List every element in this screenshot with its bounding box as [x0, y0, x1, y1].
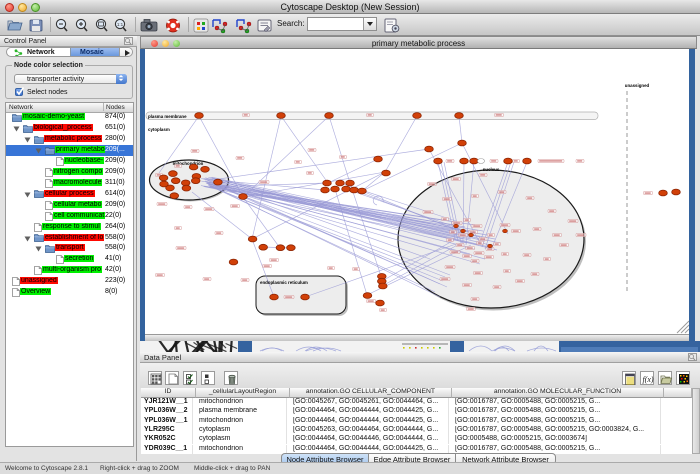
- svg-text:unassigned: unassigned: [625, 83, 650, 88]
- svg-text:f(x): f(x): [642, 375, 653, 384]
- svg-text:plasma membrane: plasma membrane: [148, 114, 187, 119]
- svg-text:nucleus: nucleus: [483, 167, 500, 172]
- svg-text:cytoplasm: cytoplasm: [148, 127, 170, 132]
- svg-text:1:1: 1:1: [117, 22, 124, 27]
- svg-text:endoplasmic reticulum: endoplasmic reticulum: [260, 280, 308, 285]
